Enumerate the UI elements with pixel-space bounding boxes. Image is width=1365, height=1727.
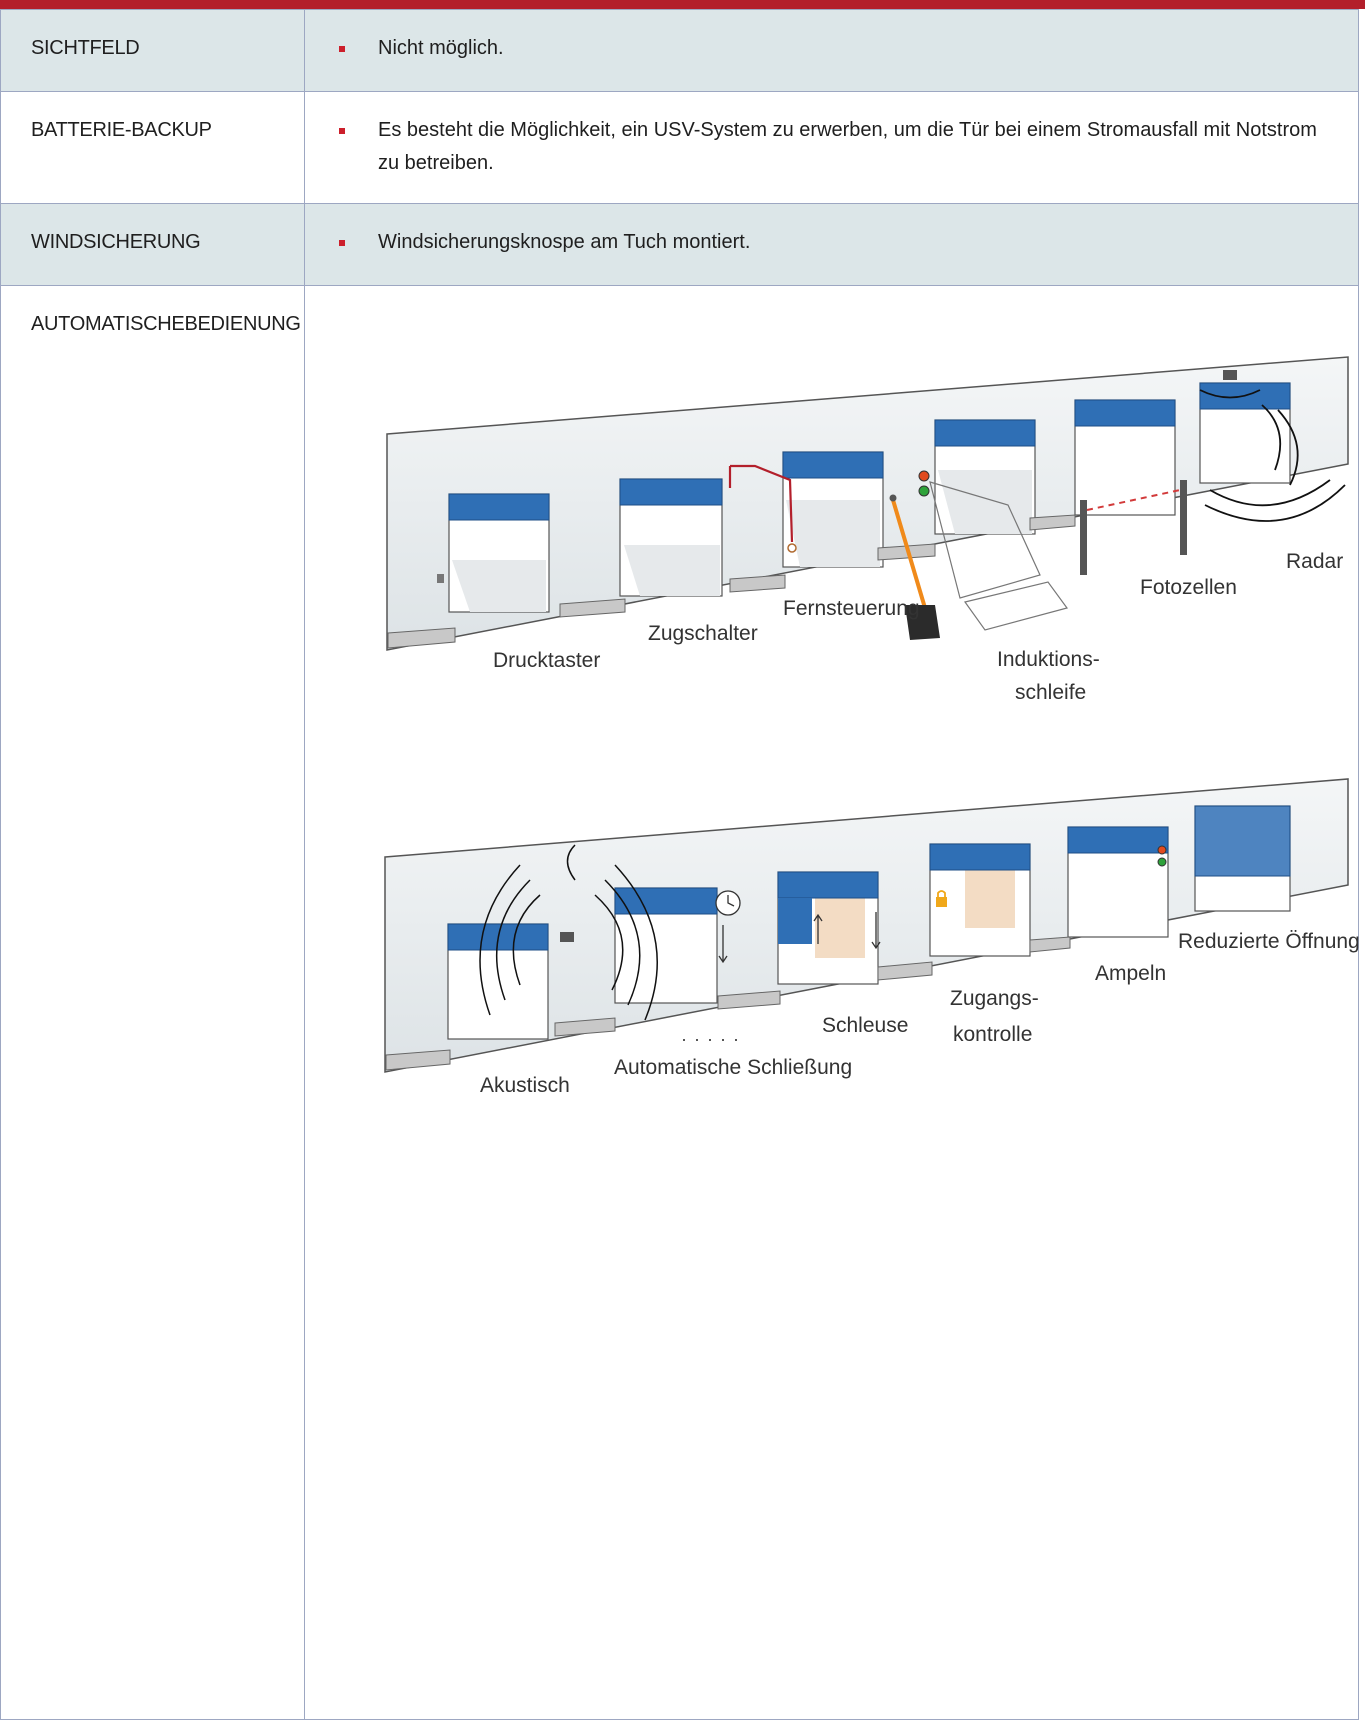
label-zugangskontrolle-line2: kontrolle xyxy=(953,1023,1032,1046)
label-induktionsschleife-line1: Induktions- xyxy=(997,648,1100,671)
label-radar: Radar xyxy=(1286,550,1343,573)
door-control-diagram: Drucktaster Zugschalter Fernsteuerung In… xyxy=(384,356,1360,1097)
label-ampeln: Ampeln xyxy=(1095,962,1166,985)
label-akustisch: Akustisch xyxy=(480,1074,570,1097)
label-fernsteuerung: Fernsteuerung xyxy=(783,597,920,620)
label-reduzierte-oeffnung: Reduzierte Öffnung xyxy=(1178,930,1360,953)
label-automatische-schliessung: Automatische Schließung xyxy=(614,1056,852,1079)
label-fotozellen: Fotozellen xyxy=(1140,576,1237,599)
label-zugschalter: Zugschalter xyxy=(648,622,758,645)
label-schleuse: Schleuse xyxy=(822,1014,908,1037)
label-induktionsschleife-line2: schleife xyxy=(1015,681,1086,704)
label-drucktaster: Drucktaster xyxy=(493,649,600,672)
label-zugangskontrolle-line1: Zugangs- xyxy=(950,987,1039,1010)
